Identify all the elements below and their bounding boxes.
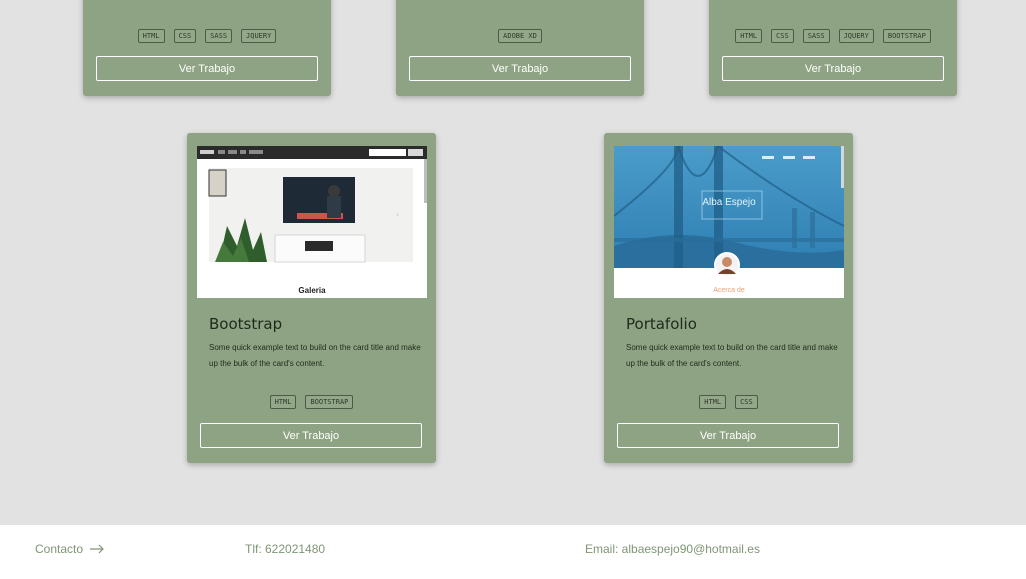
ver-trabajo-button[interactable]: Ver Trabajo: [722, 56, 944, 81]
tag: HTML: [137, 29, 165, 43]
tag: BOOTSTRAP: [882, 29, 931, 43]
tag: SASS: [205, 29, 233, 43]
tag: HTML: [735, 29, 763, 43]
card-text: Some quick example text to build on the …: [209, 343, 421, 368]
svg-text:›: ›: [396, 210, 399, 219]
contact-link[interactable]: Contacto: [35, 542, 105, 556]
ver-trabajo-button[interactable]: Ver Trabajo: [409, 56, 631, 81]
tag: JQUERY: [838, 29, 874, 43]
tag: HTML: [699, 395, 727, 409]
tag-list: HTML CSS SASS JQUERY: [83, 29, 331, 43]
ver-trabajo-button[interactable]: Ver Trabajo: [617, 423, 839, 448]
phone-text: Tlf: 622021480: [245, 542, 326, 556]
portfolio-name: Alba Espejo: [702, 197, 756, 208]
ver-trabajo-button[interactable]: Ver Trabajo: [96, 56, 318, 81]
project-card: HTML CSS SASS JQUERY Ver Trabajo: [83, 0, 331, 96]
project-thumbnail[interactable]: Alba Espejo Acerca de: [614, 146, 844, 298]
tag-list: HTML CSS: [604, 395, 853, 409]
tag-list: HTML CSS SASS JQUERY BOOTSTRAP: [709, 29, 957, 43]
tag: HTML: [269, 395, 297, 409]
footer: Contacto Tlf: 622021480 Email: albaespej…: [0, 525, 1026, 579]
project-card-portafolio: Alba Espejo Acerca de Portafolio Some qu…: [604, 133, 853, 463]
project-card: ADOBE XD Ver Trabajo: [396, 0, 644, 96]
bootstrap-site-preview: ›: [197, 146, 427, 298]
card-text: Some quick example text to build on the …: [626, 343, 838, 368]
tag: SASS: [802, 29, 830, 43]
thumbnail-caption: Galeria: [298, 286, 326, 295]
card-title: Portafolio: [626, 315, 697, 333]
tag: ADOBE XD: [498, 29, 542, 43]
tag-list: ADOBE XD: [396, 29, 644, 43]
card-title: Bootstrap: [209, 315, 283, 333]
tag-list: HTML BOOTSTRAP: [187, 395, 436, 409]
thumbnail-caption: Acerca de: [713, 287, 745, 294]
tag: CSS: [173, 29, 197, 43]
portfolio-site-preview: [614, 146, 844, 298]
project-thumbnail[interactable]: › Galeria: [197, 146, 427, 298]
project-card: HTML CSS SASS JQUERY BOOTSTRAP Ver Traba…: [709, 0, 957, 96]
contact-label: Contacto: [35, 542, 84, 556]
tag: BOOTSTRAP: [305, 395, 354, 409]
arrow-right-icon: [90, 544, 104, 554]
tag: CSS: [771, 29, 794, 43]
tag: CSS: [735, 395, 758, 409]
tag: JQUERY: [241, 29, 277, 43]
ver-trabajo-button[interactable]: Ver Trabajo: [200, 423, 422, 448]
email-text[interactable]: Email: albaespejo90@hotmail.es: [585, 542, 760, 556]
project-card-bootstrap: › Galeria Bootstrap Some quick example t…: [187, 133, 436, 463]
